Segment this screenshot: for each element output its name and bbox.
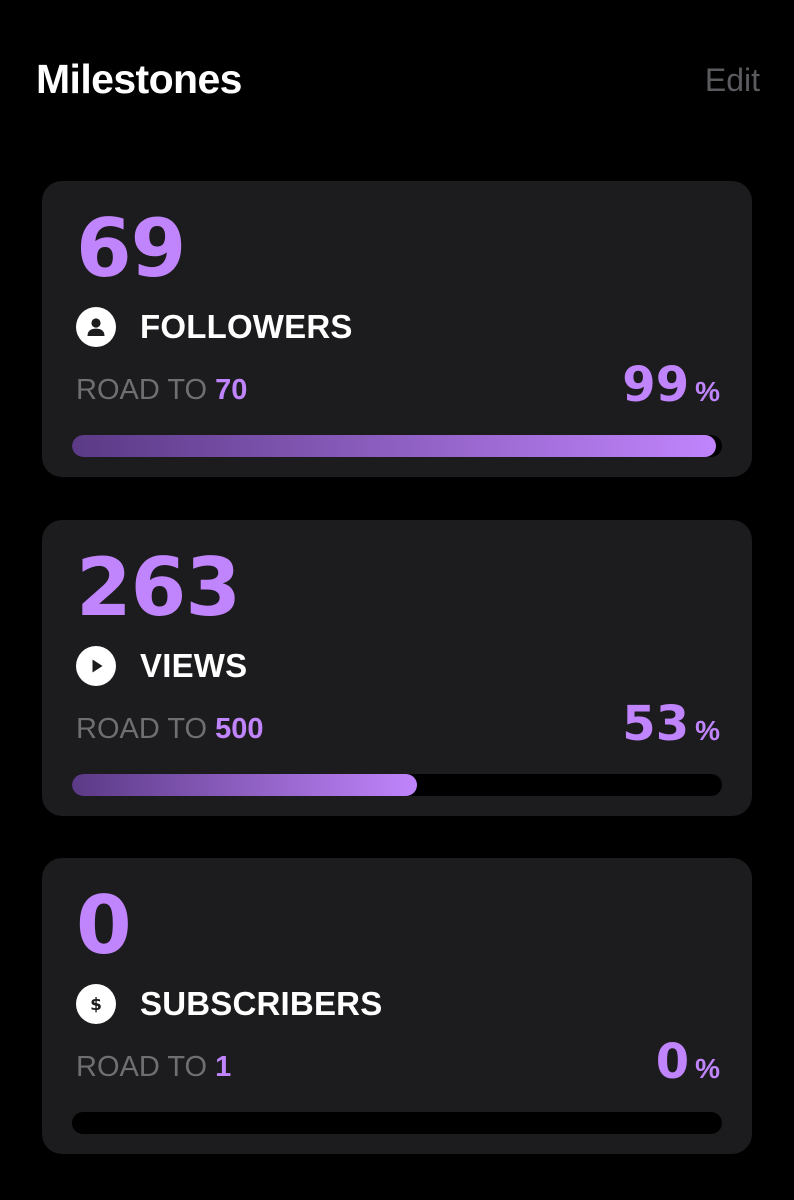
percent-sign: % — [695, 376, 720, 407]
milestone-label-row: $ SUBSCRIBERS — [76, 984, 382, 1024]
dollar-icon: $ — [76, 984, 116, 1024]
road-prefix: ROAD TO — [76, 713, 208, 745]
milestone-label: FOLLOWERS — [140, 308, 353, 345]
road-target: 500 — [215, 713, 264, 745]
person-icon — [76, 307, 116, 347]
road-prefix: ROAD TO — [76, 1051, 208, 1083]
percent-value: 53 — [622, 696, 690, 752]
milestone-value: 0 — [76, 879, 132, 972]
play-icon — [76, 646, 116, 686]
percent-display: 99 % — [622, 357, 720, 413]
road-prefix: ROAD TO — [76, 374, 208, 406]
progress-fill — [72, 774, 417, 796]
progress-bar — [72, 774, 722, 796]
percent-sign: % — [695, 1053, 720, 1084]
percent-display: 0 % — [656, 1034, 720, 1090]
milestone-value: 263 — [76, 541, 241, 634]
road-target: 70 — [215, 374, 248, 406]
road-to-text: ROAD TO 1 — [76, 1051, 231, 1084]
progress-bar — [72, 435, 722, 457]
percent-value: 99 — [622, 357, 690, 413]
road-to-text: ROAD TO 500 — [76, 713, 264, 746]
milestone-label: SUBSCRIBERS — [140, 985, 383, 1022]
milestone-card-subscribers: 0 $ SUBSCRIBERS ROAD TO 1 0 % — [42, 858, 752, 1154]
road-target: 1 — [215, 1051, 232, 1083]
percent-value: 0 — [655, 1034, 690, 1090]
edit-button[interactable]: Edit — [705, 62, 760, 99]
progress-bar — [72, 1112, 722, 1134]
percent-sign: % — [695, 715, 720, 746]
page-title: Milestones — [36, 56, 242, 102]
milestone-label-row: VIEWS — [76, 646, 247, 686]
progress-fill — [72, 435, 716, 457]
milestone-card-followers: 69 FOLLOWERS ROAD TO 70 99 % — [42, 181, 752, 477]
milestone-label: VIEWS — [140, 647, 248, 684]
percent-display: 53 % — [622, 696, 720, 752]
header: Milestones Edit — [36, 52, 760, 112]
milestone-card-views: 263 VIEWS ROAD TO 500 53 % — [42, 520, 752, 816]
road-to-text: ROAD TO 70 — [76, 374, 247, 407]
milestone-value: 69 — [76, 202, 186, 295]
milestone-label-row: FOLLOWERS — [76, 307, 353, 347]
svg-text:$: $ — [90, 995, 102, 1015]
